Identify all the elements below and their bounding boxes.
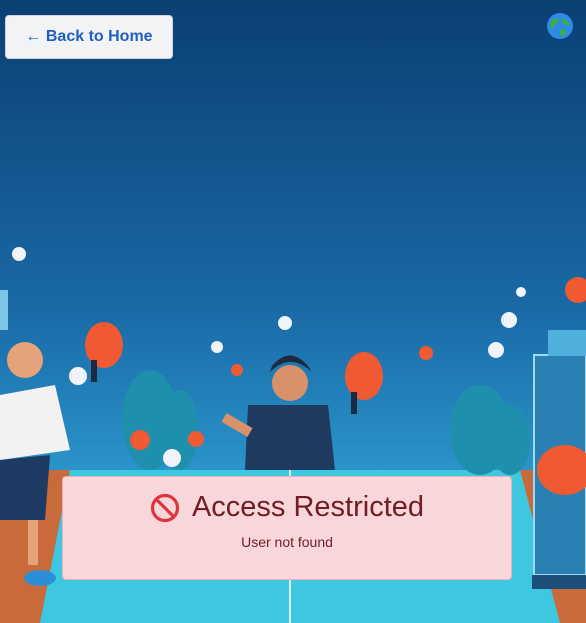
- globe-icon[interactable]: [546, 12, 574, 40]
- alert-message: User not found: [241, 534, 333, 550]
- no-entry-icon: [150, 493, 180, 522]
- alert-heading: Access Restricted: [63, 491, 511, 524]
- back-to-home-button[interactable]: ← Back to Home: [5, 15, 173, 59]
- alert-title: Access Restricted: [191, 491, 425, 523]
- access-restricted-alert: Access Restricted User not found: [62, 476, 512, 580]
